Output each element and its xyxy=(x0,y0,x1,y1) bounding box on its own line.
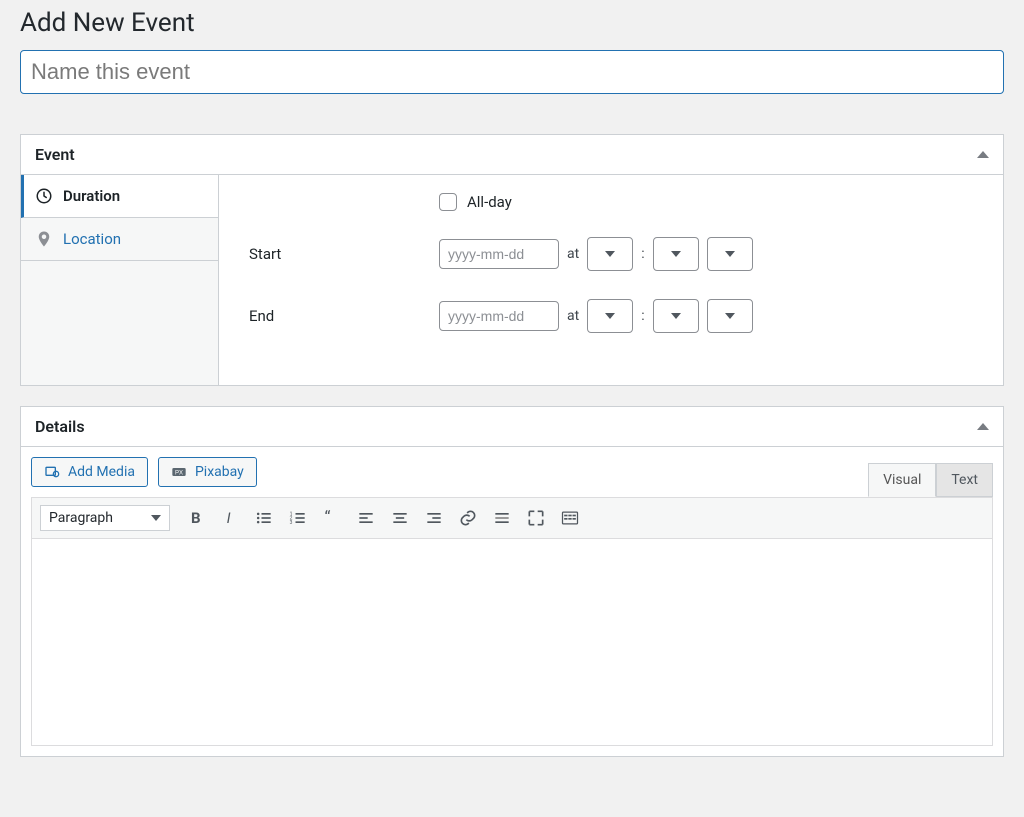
tab-location[interactable]: Location xyxy=(21,218,218,261)
svg-text:I: I xyxy=(227,509,231,527)
chevron-down-icon xyxy=(725,251,735,257)
svg-text:PX: PX xyxy=(175,471,183,477)
blockquote-button[interactable]: “ xyxy=(318,504,346,532)
format-select[interactable]: Paragraph xyxy=(40,505,170,531)
pixabay-icon: PX xyxy=(171,464,187,480)
add-media-label: Add Media xyxy=(68,464,135,480)
chevron-down-icon xyxy=(671,251,681,257)
end-colon: : xyxy=(641,308,644,324)
editor-mode-tabs: Visual Text xyxy=(868,463,993,497)
collapse-up-icon xyxy=(977,151,989,158)
end-minute-select[interactable] xyxy=(653,299,699,333)
start-at-text: at xyxy=(567,246,579,262)
svg-text:3: 3 xyxy=(290,520,293,526)
media-icon xyxy=(44,464,60,480)
end-date-input[interactable] xyxy=(439,301,559,331)
align-center-button[interactable] xyxy=(386,504,414,532)
collapse-up-icon xyxy=(977,423,989,430)
end-ampm-select[interactable] xyxy=(707,299,753,333)
end-at-text: at xyxy=(567,308,579,324)
event-content: All-day Start at : End at xyxy=(219,175,1003,385)
bullet-list-button[interactable] xyxy=(250,504,278,532)
start-row: Start at : xyxy=(249,237,983,271)
editor-content-area[interactable] xyxy=(31,539,993,746)
insert-more-button[interactable] xyxy=(488,504,516,532)
start-hour-select[interactable] xyxy=(587,237,633,271)
page-title: Add New Event xyxy=(20,8,1004,38)
start-date-input[interactable] xyxy=(439,239,559,269)
details-panel-header[interactable]: Details xyxy=(21,407,1003,447)
chevron-down-icon xyxy=(671,313,681,319)
pixabay-label: Pixabay xyxy=(195,464,244,480)
toolbar-toggle-button[interactable] xyxy=(556,504,584,532)
event-panel: Event Duration Location All-day xyxy=(20,134,1004,386)
fullscreen-button[interactable] xyxy=(522,504,550,532)
tab-text[interactable]: Text xyxy=(936,463,993,497)
end-controls: at : xyxy=(439,299,753,333)
start-controls: at : xyxy=(439,237,753,271)
svg-text:“: “ xyxy=(325,509,331,528)
svg-text:B: B xyxy=(191,509,201,527)
editor-toolbar: Paragraph B I 123 “ xyxy=(31,497,993,539)
event-panel-body: Duration Location All-day Start at xyxy=(21,175,1003,385)
start-ampm-select[interactable] xyxy=(707,237,753,271)
start-minute-select[interactable] xyxy=(653,237,699,271)
event-title-input[interactable] xyxy=(20,50,1004,94)
tab-duration-label: Duration xyxy=(63,187,120,205)
link-button[interactable] xyxy=(454,504,482,532)
end-hour-select[interactable] xyxy=(587,299,633,333)
clock-icon xyxy=(35,187,53,205)
align-left-button[interactable] xyxy=(352,504,380,532)
end-row: End at : xyxy=(249,299,983,333)
add-media-button[interactable]: Add Media xyxy=(31,457,148,487)
end-label: End xyxy=(249,307,439,325)
chevron-down-icon xyxy=(725,313,735,319)
italic-button[interactable]: I xyxy=(216,504,244,532)
align-right-button[interactable] xyxy=(420,504,448,532)
allday-checkbox[interactable] xyxy=(439,193,457,211)
tab-duration[interactable]: Duration xyxy=(21,175,218,218)
tab-visual[interactable]: Visual xyxy=(868,463,936,497)
chevron-down-icon xyxy=(605,251,615,257)
chevron-down-icon xyxy=(605,313,615,319)
start-label: Start xyxy=(249,245,439,263)
tab-location-label: Location xyxy=(63,230,121,248)
pixabay-button[interactable]: PX Pixabay xyxy=(158,457,257,487)
bold-button[interactable]: B xyxy=(182,504,210,532)
details-panel: Details Add Media PX Pixabay Visual Text… xyxy=(20,406,1004,757)
details-toolbar: Add Media PX Pixabay Visual Text xyxy=(21,447,1003,497)
allday-row: All-day xyxy=(439,193,983,211)
numbered-list-button[interactable]: 123 xyxy=(284,504,312,532)
allday-label: All-day xyxy=(467,193,512,211)
event-side-tabs: Duration Location xyxy=(21,175,219,385)
event-panel-header[interactable]: Event xyxy=(21,135,1003,175)
event-panel-title: Event xyxy=(35,145,75,164)
chevron-down-icon xyxy=(151,515,161,521)
start-colon: : xyxy=(641,246,644,262)
title-input-wrap xyxy=(20,50,1004,94)
details-panel-title: Details xyxy=(35,417,85,436)
format-select-label: Paragraph xyxy=(49,510,113,526)
location-pin-icon xyxy=(35,230,53,248)
